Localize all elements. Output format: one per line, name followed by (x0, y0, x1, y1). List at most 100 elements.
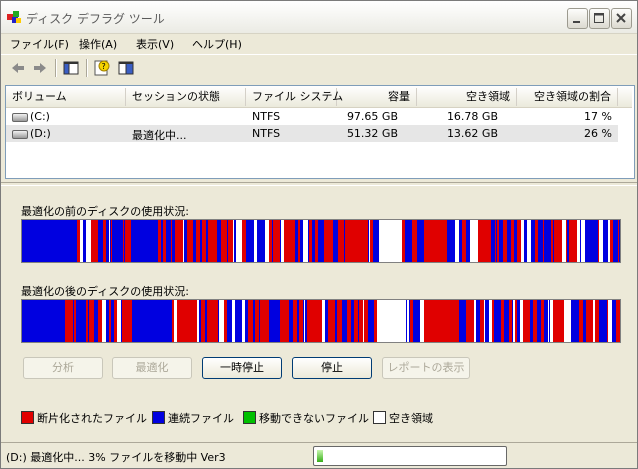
cluster-block (238, 300, 242, 342)
cluster-block (179, 220, 183, 262)
before-usage-label: 最適化の前のディスクの使用状況: (21, 205, 189, 218)
column-header-session-status[interactable]: セッションの状態 (126, 88, 246, 106)
cluster-block (526, 300, 528, 342)
cluster-block (459, 220, 462, 262)
close-button[interactable] (611, 8, 632, 29)
cluster-block (416, 220, 417, 262)
cluster-block (259, 300, 260, 342)
menu-action[interactable]: 操作(A) (79, 36, 117, 52)
maximize-button[interactable] (589, 8, 610, 29)
cluster-block (233, 220, 234, 262)
cluster-block (474, 300, 476, 342)
file-system: NTFS (252, 110, 281, 123)
cluster-block (197, 300, 199, 342)
cluster-block (328, 300, 329, 342)
cluster-block (174, 300, 177, 342)
menu-help[interactable]: ヘルプ(H) (192, 36, 242, 52)
window-title: ディスク デフラグ ツール (26, 12, 165, 26)
forward-arrow-icon[interactable] (31, 59, 49, 77)
cluster-block (515, 300, 517, 342)
cluster-block (88, 300, 89, 342)
column-header-free-space[interactable]: 空き領域 (417, 88, 517, 106)
show-hide-console-tree-icon[interactable] (62, 59, 80, 77)
cluster-block (402, 220, 405, 262)
view-report-button[interactable]: レポートの表示 (382, 357, 470, 379)
help-icon[interactable]: ? (93, 59, 111, 77)
cluster-block (221, 220, 223, 262)
cluster-block (111, 220, 112, 262)
cluster-block (22, 300, 57, 342)
cluster-block (246, 220, 250, 262)
cluster-block (342, 300, 346, 342)
cluster-block (580, 220, 581, 262)
pause-button[interactable]: 一時停止 (202, 357, 282, 379)
cluster-block (210, 300, 214, 342)
cluster-block (299, 300, 303, 342)
minimize-button[interactable] (567, 8, 588, 29)
menu-view[interactable]: 表示(V) (136, 36, 174, 52)
cluster-block (322, 220, 324, 262)
cluster-block (474, 220, 478, 262)
cluster-block (157, 220, 158, 262)
cluster-block (214, 220, 217, 262)
cluster-block (544, 300, 548, 342)
capacity: 97.65 GB (346, 110, 398, 123)
stop-button[interactable]: 停止 (292, 357, 372, 379)
analyze-button[interactable]: 分析 (23, 357, 103, 379)
cluster-block (205, 300, 207, 342)
toolbar-separator (55, 59, 57, 77)
cluster-block (524, 220, 527, 262)
cluster-block (489, 300, 492, 342)
cluster-block (548, 300, 549, 342)
pane-splitter[interactable] (1, 182, 637, 186)
cluster-block (201, 300, 202, 342)
cluster-block (413, 300, 417, 342)
cluster-block (585, 220, 588, 262)
cluster-block (375, 220, 379, 262)
cluster-block (89, 300, 92, 342)
cluster-block (127, 220, 131, 262)
column-header-volume[interactable]: ボリューム (6, 88, 126, 106)
cluster-block (197, 220, 200, 262)
status-text: (D:) 最適化中... 3% ファイルを移動中 Ver3 (6, 451, 226, 464)
cluster-block (169, 220, 171, 262)
cluster-block (125, 300, 129, 342)
cluster-block (242, 300, 245, 342)
column-header-file-system[interactable]: ファイル システム (246, 88, 343, 106)
defragment-button[interactable]: 最適化 (112, 357, 192, 379)
volume-row-c[interactable]: (C:) NTFS 97.65 GB 16.78 GB 17 % (6, 108, 618, 125)
cluster-block (573, 220, 574, 262)
cluster-block (334, 220, 338, 262)
cluster-block (184, 220, 187, 262)
cluster-block (102, 300, 106, 342)
cluster-block (368, 220, 369, 262)
cluster-block (581, 220, 585, 262)
cluster-block (103, 220, 106, 262)
cluster-block (569, 220, 573, 262)
cluster-block (613, 220, 617, 262)
menu-file[interactable]: ファイル(F) (10, 36, 69, 52)
legend-label: 断片化されたファイル (37, 412, 147, 425)
cluster-block (495, 300, 498, 342)
column-header-free-percent[interactable]: 空き領域の割合 (517, 88, 618, 106)
volume-row-d[interactable]: (D:) 最適化中... NTFS 51.32 GB 13.62 GB 26 % (6, 125, 618, 142)
cluster-block (338, 220, 339, 262)
cluster-block (125, 220, 127, 262)
legend-swatch-unmovable (243, 411, 256, 424)
cluster-block (355, 220, 359, 262)
show-hide-action-pane-icon[interactable] (117, 59, 135, 77)
column-header-capacity[interactable]: 容量 (337, 88, 417, 106)
cluster-block (537, 300, 538, 342)
cluster-block (567, 220, 569, 262)
cluster-block (270, 220, 272, 262)
hard-drive-icon (12, 130, 28, 139)
cluster-block (506, 300, 509, 342)
cluster-block (320, 300, 322, 342)
cluster-block (596, 300, 599, 342)
cluster-block (109, 300, 111, 342)
legend-swatch-contiguous (152, 411, 165, 424)
cluster-block (285, 300, 289, 342)
cluster-block (480, 300, 484, 342)
back-arrow-icon[interactable] (9, 59, 27, 77)
cluster-block (340, 300, 342, 342)
